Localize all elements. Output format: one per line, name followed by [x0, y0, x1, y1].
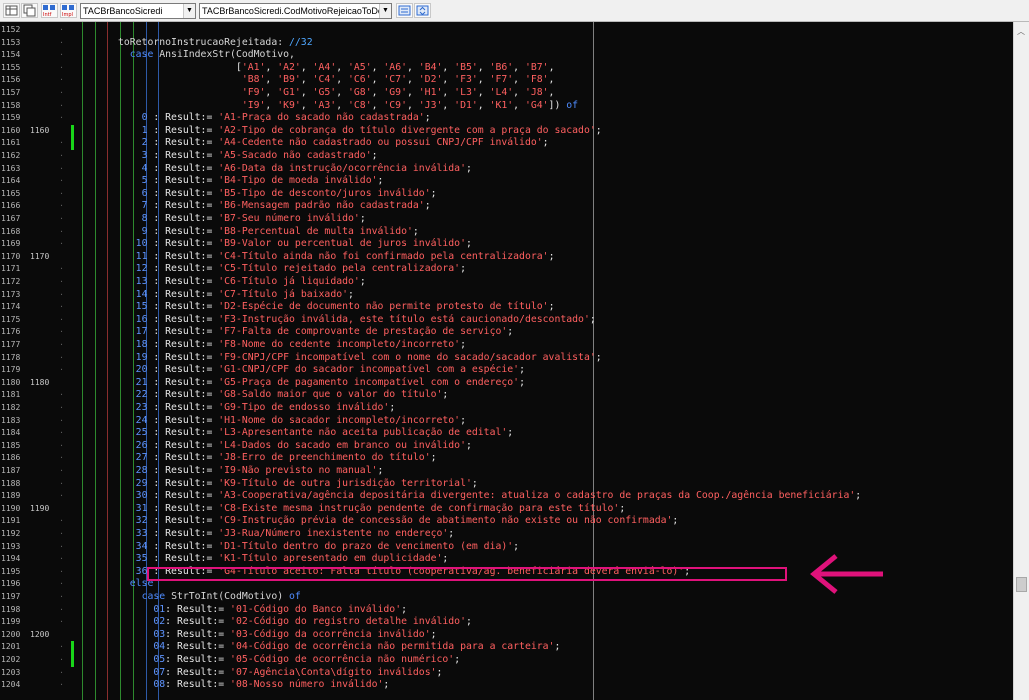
code-line: 07: Result:= '07-Agência\Conta\dígito in… — [153, 666, 443, 678]
svg-text:Intf: Intf — [43, 12, 52, 17]
svg-text:Impl: Impl — [62, 12, 73, 17]
code-line: 23 : Result:= 'G9-Tipo de endosso inváli… — [135, 402, 396, 413]
gutter-marker: · — [59, 25, 64, 34]
code-line: 'B8', 'B9', 'C4', 'C6', 'C7', 'D2', 'F3'… — [241, 74, 555, 86]
code-line: toRetornoInstrucaoRejeitada: //32 — [0, 36, 313, 48]
list-view-icon[interactable] — [396, 3, 413, 18]
code-line: 26 : Result:= 'L4-Dados do sacado em bra… — [135, 439, 472, 451]
line-number: 1152 — [1, 25, 21, 34]
code-line: 31 : Result:= 'C8-Existe mesma instrução… — [135, 502, 626, 514]
code-line: 16 : Result:= 'F3-Instrução inválida, es… — [135, 313, 596, 325]
code-line: 7 : Result:= 'B6-Mensagem padrão não cad… — [141, 200, 431, 212]
code-line: 21 : Result:= 'G5-Praça de pagamento inc… — [135, 376, 525, 388]
code-line: 2 : Result:= 'A4-Cedente não cadastrado … — [141, 137, 549, 149]
code-line: 6 : Result:= 'B5-Tipo de desconto/juros … — [141, 187, 437, 199]
code-line: 14 : Result:= 'C7-Título já baixado'; — [135, 288, 354, 300]
code-line: 02: Result:= '02-Código do registro deta… — [153, 616, 472, 628]
method-combo[interactable]: TACBrBancoSicredi.CodMotivoRejeicaoToDes… — [199, 3, 392, 19]
code-line: 11 : Result:= 'C4-Título ainda não foi c… — [135, 250, 555, 262]
export-icon-1[interactable]: Intf — [41, 3, 58, 18]
change-bar — [71, 137, 74, 150]
code-line: 32 : Result:= 'C9-Instrução prévia de co… — [135, 515, 679, 527]
code-line: 'I9', 'K9', 'A3', 'C8', 'C9', 'J3', 'D1'… — [241, 99, 579, 111]
code-line: 08: Result:= '08-Nosso número inválido'; — [153, 679, 390, 691]
code-line: 4 : Result:= 'A6-Data da instrução/ocorr… — [141, 162, 472, 174]
code-line: 28 : Result:= 'I9-Não previsto no manual… — [135, 465, 384, 476]
code-line: 35 : Result:= 'K1-Título apresentado em … — [135, 553, 449, 565]
code-line: 01: Result:= '01-Código do Banco inválid… — [153, 603, 408, 615]
highlight-box — [147, 567, 787, 581]
code-line: case AnsiIndexStr(CodMotivo, — [129, 49, 295, 61]
method-combo-value: TACBrBancoSicredi.CodMotivoRejeicaoToDes… — [202, 6, 392, 16]
toolbar: Intf Impl TACBrBancoSicredi ▼ TACBrBanco… — [0, 0, 1029, 22]
code-line: 8 : Result:= 'B7-Seu número inválido'; — [141, 213, 366, 224]
code-line: 12 : Result:= 'C5-Título rejeitado pela … — [135, 263, 466, 275]
code-line: 33 : Result:= 'J3-Rua/Número inexistente… — [135, 528, 455, 539]
code-line: 24 : Result:= 'H1-Nome do sacador incomp… — [135, 414, 466, 426]
left-arrow-icon — [810, 554, 883, 594]
editor-grid-icon[interactable] — [3, 3, 20, 18]
code-line: 19 : Result:= 'F9-CNPJ/CPF incompatível … — [135, 351, 602, 363]
code-line: 9 : Result:= 'B8-Percentual de multa inv… — [141, 225, 419, 237]
code-editor[interactable]: 1152 1153 1154 1155 1156 1157 1158 1159 1160 1161… — [0, 22, 1013, 700]
code-line: else — [129, 578, 154, 590]
code-line: 05: Result:= '05-Código de ocorrência nã… — [153, 654, 461, 665]
code-line: 27 : Result:= 'J8-Erro de preenchimento … — [135, 452, 437, 464]
export-icon-2[interactable]: Impl — [60, 3, 77, 18]
sync-icon[interactable] — [414, 3, 431, 18]
chevron-down-icon[interactable]: ▼ — [379, 4, 391, 18]
code-line: 17 : Result:= 'F7-Falta de comprovante d… — [135, 326, 514, 338]
code-line: 34 : Result:= 'D1-Título dentro do prazo… — [135, 540, 520, 552]
change-bar — [71, 641, 74, 654]
code-line: 29 : Result:= 'K9-Título de outra jurisd… — [135, 477, 478, 489]
code-line: 5 : Result:= 'B4-Tipo de moeda inválido'… — [141, 175, 384, 187]
chevron-up-icon[interactable]: ︿ — [1017, 26, 1025, 37]
code-line: 22 : Result:= 'G8-Saldo maior que o valo… — [135, 389, 449, 401]
code-line: case StrToInt(CodMotivo) of — [141, 591, 301, 602]
code-line: 0 : Result:= 'A1-Praça do sacado não cad… — [141, 112, 431, 124]
code-line: 3 : Result:= 'A5-Sacado não cadastrado'; — [141, 150, 378, 161]
change-bar — [71, 124, 74, 138]
chevron-down-icon[interactable]: ▼ — [183, 4, 195, 18]
code-line: 20 : Result:= 'G1-CNPJ/CPF do sacador in… — [135, 364, 525, 376]
code-line: ['A1', 'A2', 'A4', 'A5', 'A6', 'B4', 'B5… — [235, 61, 555, 73]
code-line: 10 : Result:= 'B9-Valor ou percentual de… — [135, 238, 472, 250]
code-line: 03: Result:= '03-Código da ocorrência in… — [153, 628, 437, 640]
code-line: 04: Result:= '04-Código de ocorrência nã… — [153, 641, 561, 653]
code-line: 30 : Result:= 'A3-Cooperativa/agência de… — [135, 490, 862, 502]
code-line: 18 : Result:= 'F8-Nome do cedente incomp… — [135, 339, 466, 350]
code-line: 'F9', 'G1', 'G5', 'G8', 'G9', 'H1', 'L3'… — [241, 87, 555, 98]
class-combo-value: TACBrBancoSicredi — [83, 6, 163, 16]
code-line: 15 : Result:= 'D2-Espécie de documento n… — [135, 301, 555, 313]
code-line: 13 : Result:= 'C6-Título já liquidado'; — [135, 276, 366, 287]
code-line: 25 : Result:= 'L3-Apresentante não aceit… — [135, 427, 514, 439]
scrollbar-thumb[interactable] — [1016, 577, 1027, 592]
class-combo[interactable]: TACBrBancoSicredi ▼ — [80, 3, 196, 19]
vertical-scrollbar[interactable]: ︿ — [1013, 22, 1029, 700]
copy-icon[interactable] — [21, 3, 38, 18]
change-bar — [71, 654, 74, 667]
code-line: 1 : Result:= 'A2-Tipo de cobrança do tít… — [141, 124, 602, 136]
